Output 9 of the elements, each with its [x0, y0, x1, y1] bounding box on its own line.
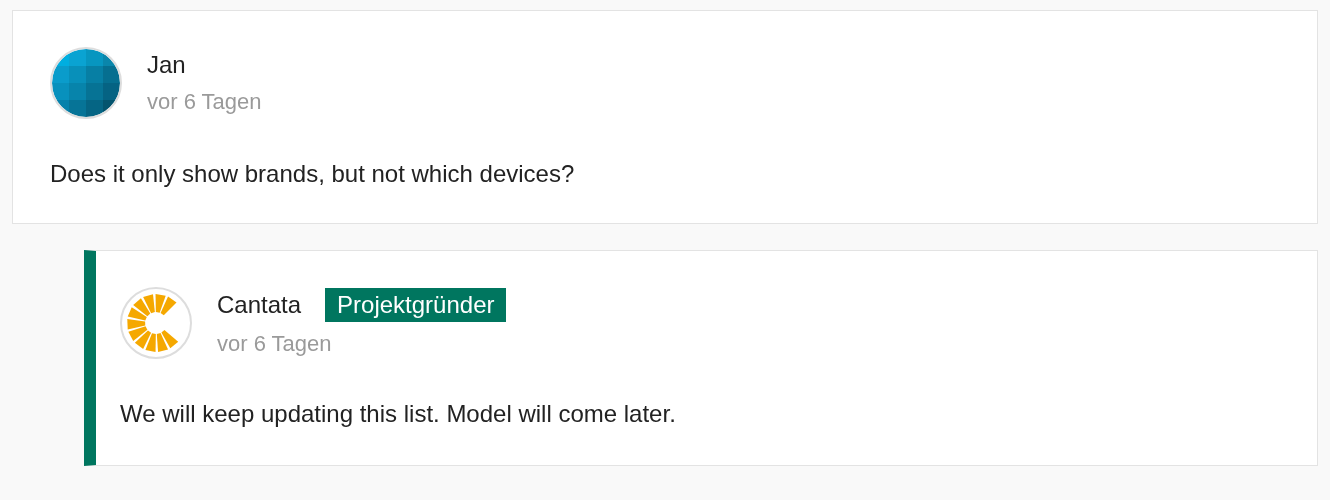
- comment-text: We will keep updating this list. Model will come later.: [120, 399, 677, 429]
- author-name[interactable]: Cantata: [217, 290, 302, 320]
- avatar-icon: [50, 47, 122, 119]
- logo-icon: [120, 287, 192, 359]
- timestamp: vor 6 Tagen: [217, 330, 333, 358]
- role-badge: Projektgründer: [325, 288, 507, 322]
- author-name[interactable]: Jan: [147, 50, 186, 80]
- timestamp: vor 6 Tagen: [147, 88, 262, 116]
- comment-text: Does it only show brands, but not which devices?: [50, 159, 576, 189]
